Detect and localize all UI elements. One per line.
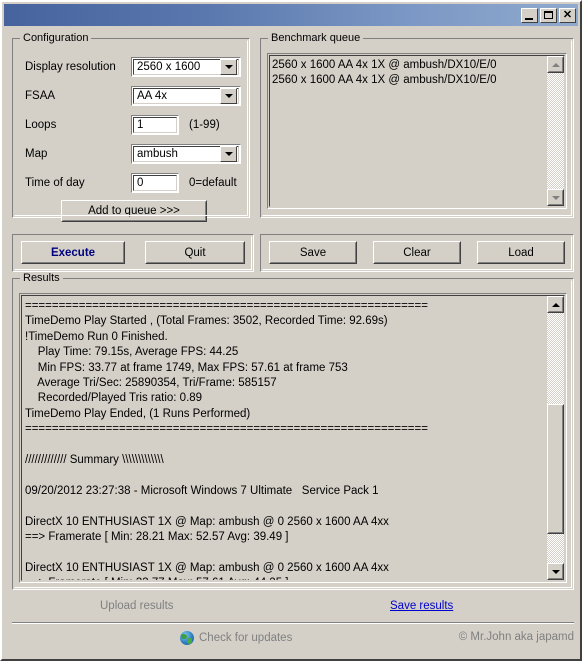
add-to-queue-button[interactable]: Add to queue >>>	[61, 200, 207, 222]
results-log: ========================================…	[25, 300, 428, 580]
clear-label: Clear	[403, 246, 431, 259]
display-resolution-label: Display resolution	[25, 61, 116, 73]
chevron-down-icon[interactable]	[220, 146, 237, 162]
primary-actions-group: Execute Quit	[12, 234, 254, 272]
load-label: Load	[508, 246, 534, 259]
map-value: ambush	[137, 148, 178, 160]
footer-links: Upload results Save results	[12, 594, 574, 620]
benchmark-queue-items[interactable]: 2560 x 1600 AA 4x 1X @ ambush/DX10/E/0 2…	[270, 56, 547, 206]
time-of-day-input[interactable]: 0	[131, 173, 179, 193]
results-textarea[interactable]: ========================================…	[19, 293, 567, 583]
title-bar: ✕	[4, 4, 578, 26]
loops-input[interactable]: 1	[131, 115, 179, 135]
load-button[interactable]: Load	[477, 241, 565, 264]
fsaa-value: AA 4x	[137, 90, 168, 102]
time-of-day-label: Time of day	[25, 177, 85, 189]
display-resolution-combo[interactable]: 2560 x 1600	[131, 57, 241, 77]
results-group: Results ================================…	[12, 272, 574, 590]
results-text-content[interactable]: ========================================…	[22, 296, 547, 580]
benchmark-queue-group-title: Benchmark queue	[268, 32, 364, 44]
list-item[interactable]: 2560 x 1600 AA 4x 1X @ ambush/DX10/E/0	[272, 73, 547, 88]
maximize-button[interactable]	[540, 7, 557, 23]
loops-value: 1	[133, 117, 177, 133]
scrollbar-thumb[interactable]	[547, 404, 564, 534]
execute-button[interactable]: Execute	[21, 241, 125, 264]
results-group-title: Results	[20, 272, 63, 284]
results-scrollbar[interactable]	[547, 296, 564, 580]
fsaa-combo[interactable]: AA 4x	[131, 86, 241, 106]
scroll-down-icon[interactable]	[547, 563, 564, 580]
configuration-group-title: Configuration	[20, 32, 92, 44]
benchmark-queue-listbox[interactable]: 2560 x 1600 AA 4x 1X @ ambush/DX10/E/0 2…	[267, 53, 567, 209]
add-to-queue-label: Add to queue >>>	[88, 205, 180, 217]
map-label: Map	[25, 148, 48, 160]
application-window: ✕ Configuration Display resolution 2560 …	[0, 0, 582, 661]
configuration-group: Configuration Display resolution 2560 x …	[12, 32, 250, 222]
check-for-updates-label: Check for updates	[199, 632, 293, 644]
queue-actions-group: Save Clear Load	[260, 234, 574, 272]
benchmark-queue-scrollbar[interactable]	[547, 56, 564, 206]
time-of-day-value: 0	[133, 175, 177, 191]
loops-hint: (1-99)	[189, 119, 220, 131]
close-button[interactable]: ✕	[559, 7, 576, 23]
execute-label: Execute	[50, 246, 96, 259]
minimize-button[interactable]	[521, 7, 538, 23]
footer-bar: Check for updates © Mr.John aka japamd	[12, 624, 574, 654]
chevron-down-icon[interactable]	[220, 59, 237, 75]
fsaa-label: FSAA	[25, 90, 56, 102]
list-item[interactable]: 2560 x 1600 AA 4x 1X @ ambush/DX10/E/0	[272, 58, 547, 73]
upload-results-link[interactable]: Upload results	[100, 600, 174, 612]
scroll-up-icon[interactable]	[547, 296, 564, 313]
display-resolution-value: 2560 x 1600	[137, 61, 201, 73]
chevron-down-icon[interactable]	[220, 88, 237, 104]
check-for-updates-link[interactable]: Check for updates	[180, 631, 292, 645]
close-icon: ✕	[562, 8, 573, 21]
time-of-day-hint: 0=default	[189, 177, 237, 189]
clear-button[interactable]: Clear	[373, 241, 461, 264]
loops-label: Loops	[25, 119, 57, 131]
save-button[interactable]: Save	[269, 241, 357, 264]
copyright-label: © Mr.John aka japamd	[458, 631, 574, 643]
scroll-down-icon[interactable]	[547, 189, 564, 206]
quit-label: Quit	[184, 246, 206, 259]
window-controls: ✕	[521, 7, 576, 23]
benchmark-queue-group: Benchmark queue 2560 x 1600 AA 4x 1X @ a…	[260, 32, 574, 218]
save-results-link[interactable]: Save results	[390, 600, 453, 612]
globe-icon	[180, 631, 194, 645]
scroll-up-icon[interactable]	[547, 56, 564, 73]
save-label: Save	[299, 246, 327, 259]
map-combo[interactable]: ambush	[131, 144, 241, 164]
quit-button[interactable]: Quit	[145, 241, 245, 264]
